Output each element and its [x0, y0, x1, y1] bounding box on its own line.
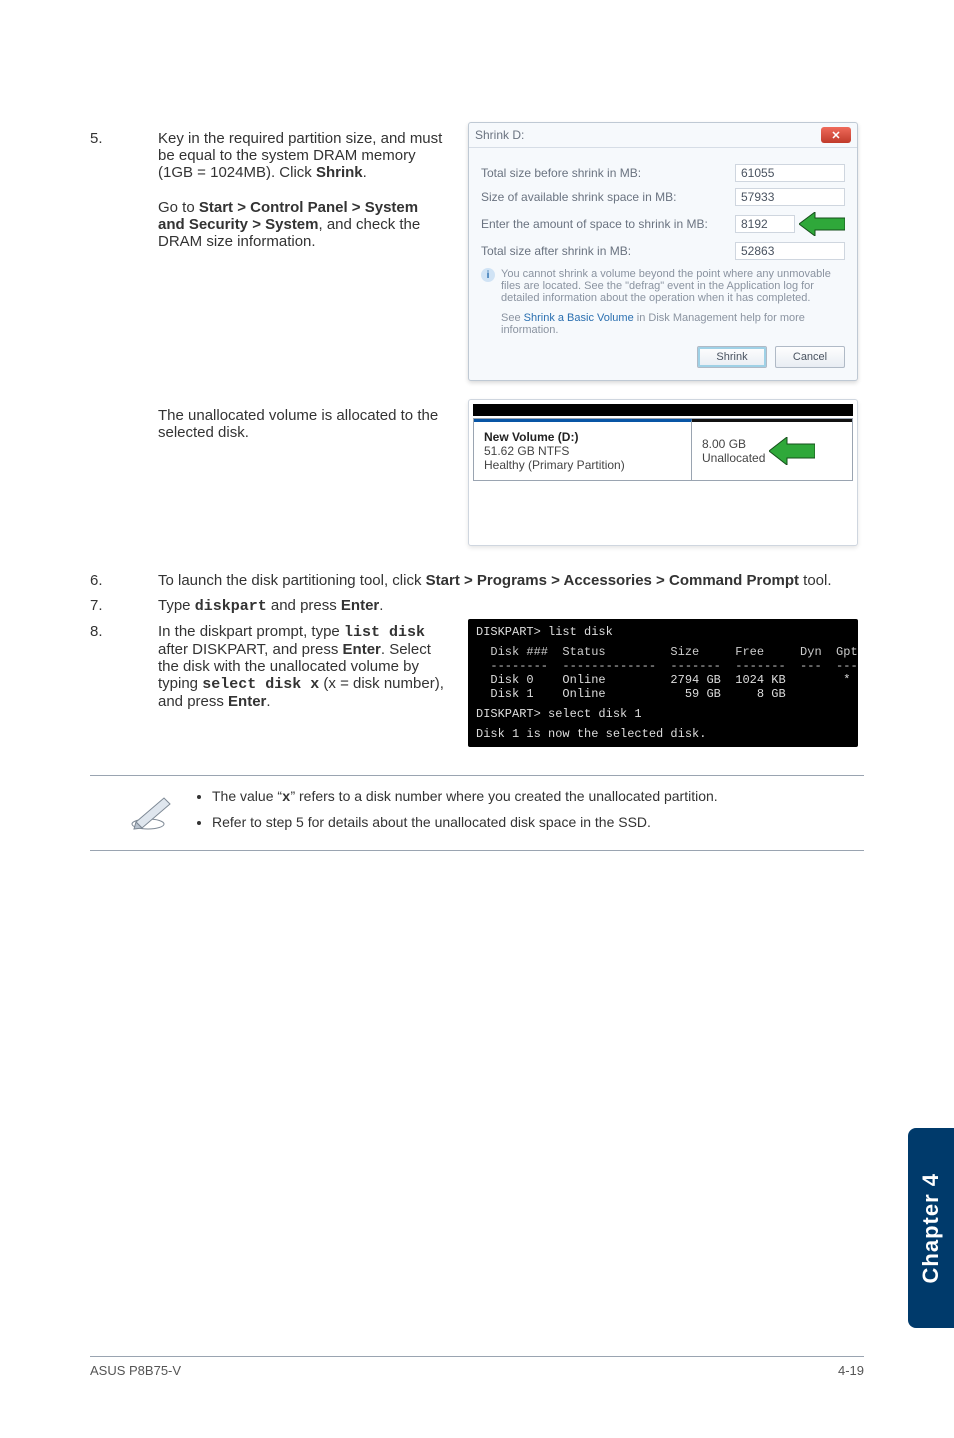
step5-text: Key in the required partition size, and …: [158, 130, 448, 381]
unalloc-text: The unallocated volume is allocated to t…: [158, 407, 448, 546]
shrink-help-link[interactable]: Shrink a Basic Volume: [524, 312, 634, 324]
term-header: Disk ### Status Size Free Dyn Gpt: [476, 645, 850, 659]
step7-cmd: diskpart: [195, 598, 267, 615]
term-sep: -------- ------------- ------- ------- -…: [476, 659, 850, 673]
term-disk0: Disk 0 Online 2794 GB 1024 KB *: [476, 673, 850, 687]
step8-b: after DISKPART, and press: [158, 641, 343, 658]
step7-c: .: [379, 597, 383, 614]
close-icon[interactable]: ✕: [821, 127, 851, 143]
step7-enter: Enter: [341, 597, 379, 614]
dm-volume-size: 51.62 GB NTFS: [484, 444, 681, 458]
pencil-icon: [130, 792, 176, 830]
term-line2: DISKPART> select disk 1: [476, 707, 850, 721]
chapter-tab: Chapter 4: [908, 1128, 954, 1328]
goto-prefix: Go to: [158, 199, 199, 216]
disk-mgmt-panel: New Volume (D:) 51.62 GB NTFS Healthy (P…: [468, 399, 858, 546]
shrink-row2-label: Size of available shrink space in MB:: [481, 190, 676, 204]
step7-text: Type diskpart and press Enter.: [158, 597, 864, 615]
term-disk1: Disk 1 Online 59 GB 8 GB: [476, 687, 850, 701]
step7-a: Type: [158, 597, 195, 614]
step6-path: Start > Programs > Accessories > Command…: [426, 572, 799, 589]
shrink-row4-value: 52863: [735, 242, 845, 260]
step5-text-a: Key in the required partition size, and …: [158, 130, 442, 181]
dm-volume-cell: New Volume (D:) 51.62 GB NTFS Healthy (P…: [474, 419, 692, 480]
step8-enter2: Enter: [228, 693, 266, 710]
diskpart-terminal: DISKPART> list disk Disk ### Status Size…: [468, 619, 858, 747]
note-item-2: Refer to step 5 for details about the un…: [212, 814, 718, 830]
step5-text-b: .: [363, 164, 367, 181]
chapter-tab-label: Chapter 4: [918, 1173, 944, 1283]
see-prefix: See: [501, 312, 524, 324]
step6-a: To launch the disk partitioning tool, cl…: [158, 572, 426, 589]
step8-text: In the diskpart prompt, type list disk a…: [158, 623, 448, 747]
shrink-row1-label: Total size before shrink in MB:: [481, 166, 641, 180]
note-item-1: The value “x” refers to a disk number wh…: [212, 788, 718, 806]
step8-a: In the diskpart prompt, type: [158, 623, 344, 640]
step8-enter1: Enter: [343, 641, 381, 658]
shrink-dialog: Shrink D: ✕ Total size before shrink in …: [468, 122, 858, 381]
shrink-row1-value: 61055: [735, 164, 845, 182]
dm-header-strip: [473, 404, 853, 416]
term-line1: DISKPART> list disk: [476, 625, 850, 639]
note-callout: The value “x” refers to a disk number wh…: [90, 775, 864, 851]
shrink-word: Shrink: [316, 164, 363, 181]
shrink-note-text: You cannot shrink a volume beyond the po…: [501, 268, 845, 304]
arrow-left-icon: [799, 212, 845, 236]
spacer: [90, 407, 138, 546]
shrink-button[interactable]: Shrink: [697, 346, 767, 368]
term-line3: Disk 1 is now the selected disk.: [476, 727, 850, 741]
shrink-row2-value: 57933: [735, 188, 845, 206]
step6-text: To launch the disk partitioning tool, cl…: [158, 572, 864, 589]
step8-cmd1: list disk: [344, 624, 425, 641]
dm-unalloc-size: 8.00 GB: [702, 437, 765, 451]
cancel-button[interactable]: Cancel: [775, 346, 845, 368]
shrink-row3-label: Enter the amount of space to shrink in M…: [481, 217, 708, 231]
step5-number: 5.: [90, 130, 138, 381]
footer-right: 4-19: [838, 1363, 864, 1378]
step8-number: 8.: [90, 623, 138, 747]
step8-e: .: [266, 693, 270, 710]
arrow-left-icon: [769, 437, 815, 465]
step6-number: 6.: [90, 572, 138, 589]
dm-volume-status: Healthy (Primary Partition): [484, 458, 681, 472]
dm-volume-name: New Volume (D:): [484, 430, 681, 444]
note1-b: ” refers to a disk number where you crea…: [290, 788, 717, 804]
step7-number: 7.: [90, 597, 138, 615]
shrink-dialog-title: Shrink D:: [475, 128, 524, 142]
shrink-row4-label: Total size after shrink in MB:: [481, 244, 631, 258]
info-icon: i: [481, 268, 495, 282]
dm-unalloc-label: Unallocated: [702, 451, 765, 465]
step6-b: tool.: [799, 572, 832, 589]
step8-cmd2: select disk x: [202, 676, 319, 693]
step7-b: and press: [267, 597, 341, 614]
shrink-amount-input[interactable]: 8192: [735, 215, 795, 233]
dm-unalloc-cell: 8.00 GB Unallocated: [692, 419, 852, 480]
footer-left: ASUS P8B75-V: [90, 1363, 181, 1378]
note1-a: The value “: [212, 788, 282, 804]
